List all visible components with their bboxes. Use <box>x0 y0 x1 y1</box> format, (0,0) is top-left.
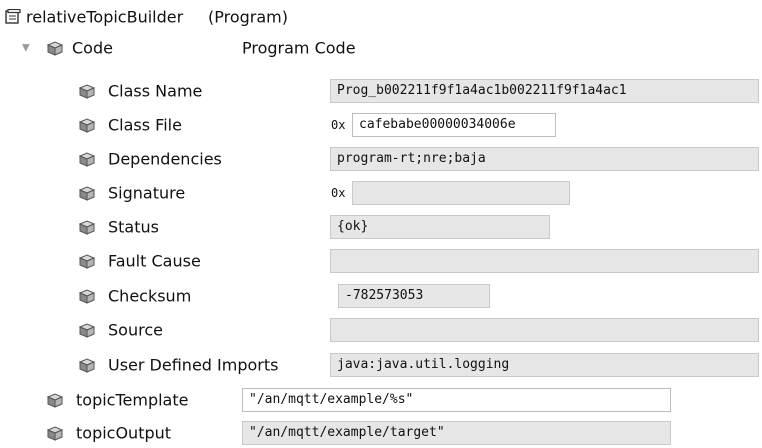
program-name: relativeTopicBuilder <box>26 7 184 27</box>
checksum-label: Checksum <box>108 286 192 306</box>
fault-cause-row[interactable]: Fault Cause <box>0 246 762 276</box>
topic-output-label: topicOutput <box>76 423 172 443</box>
status-row[interactable]: Status {ok} <box>0 212 762 242</box>
program-icon <box>5 9 21 24</box>
slot-cube-icon <box>79 220 95 235</box>
dependencies-label: Dependencies <box>108 149 222 169</box>
code-label: Code <box>72 38 113 58</box>
code-row[interactable]: ▼ Code Program Code <box>0 33 762 63</box>
class-file-field[interactable]: cafebabe00000034006e <box>352 113 556 137</box>
checksum-field[interactable]: -782573053 <box>338 284 490 308</box>
class-file-label: Class File <box>108 115 182 135</box>
topic-template-field[interactable]: "/an/mqtt/example/%s" <box>242 388 671 412</box>
topic-template-row[interactable]: topicTemplate "/an/mqtt/example/%s" <box>0 385 762 415</box>
dependencies-row[interactable]: Dependencies program-rt;nre;baja <box>0 144 762 174</box>
class-name-field[interactable]: Prog_b002211f9f1a4ac1b002211f9f1a4ac1 <box>330 79 759 103</box>
program-type: (Program) <box>208 7 288 27</box>
signature-prefix: 0x <box>331 186 346 200</box>
topic-output-field[interactable]: "/an/mqtt/example/target" <box>242 421 671 445</box>
status-field[interactable]: {ok} <box>330 215 550 239</box>
signature-row[interactable]: Signature 0x <box>0 178 762 208</box>
signature-label: Signature <box>108 183 186 203</box>
signature-field[interactable] <box>352 181 570 205</box>
slot-cube-icon <box>47 426 63 441</box>
slot-cube-icon <box>79 289 95 304</box>
slot-cube-icon <box>79 84 95 99</box>
class-name-row[interactable]: Class Name Prog_b002211f9f1a4ac1b002211f… <box>0 76 762 106</box>
fault-cause-label: Fault Cause <box>108 251 201 271</box>
topic-template-label: topicTemplate <box>76 390 189 410</box>
slot-cube-icon <box>79 152 95 167</box>
slot-cube-icon <box>79 323 95 338</box>
slot-cube-icon <box>79 186 95 201</box>
user-defined-imports-row[interactable]: User Defined Imports java:java.util.logg… <box>0 350 762 380</box>
program-header-row[interactable]: relativeTopicBuilder (Program) <box>0 2 762 32</box>
fault-cause-field[interactable] <box>330 249 759 273</box>
slot-cube-icon <box>79 254 95 269</box>
source-field[interactable] <box>330 318 759 342</box>
class-file-row[interactable]: Class File 0x cafebabe00000034006e <box>0 110 762 140</box>
slot-cube-icon <box>79 358 95 373</box>
source-label: Source <box>108 320 163 340</box>
status-label: Status <box>108 217 159 237</box>
user-defined-imports-field[interactable]: java:java.util.logging <box>330 353 759 377</box>
dependencies-field[interactable]: program-rt;nre;baja <box>330 147 759 171</box>
topic-output-row[interactable]: topicOutput "/an/mqtt/example/target" <box>0 418 762 448</box>
source-row[interactable]: Source <box>0 315 762 345</box>
slot-cube-icon <box>47 393 63 408</box>
user-defined-imports-label: User Defined Imports <box>108 355 279 375</box>
slot-cube-icon <box>79 118 95 133</box>
code-description: Program Code <box>242 38 356 58</box>
checksum-row[interactable]: Checksum -782573053 <box>0 281 762 311</box>
class-name-label: Class Name <box>108 81 203 101</box>
property-sheet: relativeTopicBuilder (Program) ▼ Code Pr… <box>0 0 762 447</box>
expand-toggle-icon[interactable]: ▼ <box>22 43 30 54</box>
class-file-prefix: 0x <box>331 118 346 132</box>
slot-cube-icon <box>47 41 63 56</box>
